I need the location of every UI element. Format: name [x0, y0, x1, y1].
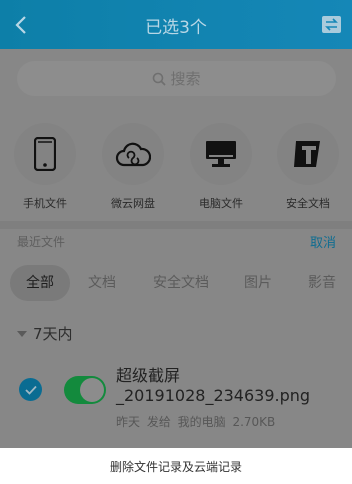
tab-images[interactable]: 图片: [236, 265, 280, 301]
checkmark-icon: [24, 385, 37, 395]
selected-checkbox[interactable]: [19, 378, 42, 401]
file-meta: 昨天 发给 我的电脑 2.70KB: [116, 415, 276, 429]
file-thumbnail: [64, 376, 106, 404]
tab-documents[interactable]: 文档: [80, 265, 124, 301]
tab-media[interactable]: 影音: [298, 265, 346, 301]
delete-records-button[interactable]: 删除文件记录及云端记录: [0, 448, 352, 484]
collapse-triangle-icon: [17, 330, 27, 337]
group-header[interactable]: 7天内: [17, 323, 73, 344]
category-phone-files[interactable]: 手机文件: [5, 123, 85, 211]
filter-tabs: 全部 文档 安全文档 图片 影音: [0, 265, 352, 303]
top-bar: 已选3个: [0, 0, 352, 49]
tab-secure-documents[interactable]: 安全文档: [140, 265, 222, 301]
page-title: 已选3个: [145, 18, 207, 38]
phone-icon: [34, 137, 56, 171]
tab-all[interactable]: 全部: [10, 265, 70, 301]
file-row[interactable]: 超级截屏_20191028_234639.png 昨天 发给 我的电脑 2.70…: [0, 360, 352, 440]
category-circle: [277, 123, 339, 185]
category-row: 手机文件 微云网盘 电脑文件 安全文档: [0, 123, 352, 213]
cancel-button[interactable]: 取消: [310, 232, 336, 251]
file-name: 超级截屏_20191028_234639.png: [116, 366, 311, 405]
category-label: 安全文档: [286, 197, 330, 210]
search-bar[interactable]: 搜索: [17, 61, 336, 96]
thumbnail-knob: [80, 378, 104, 402]
cloud-icon: [115, 142, 151, 167]
category-circle: [14, 123, 76, 185]
category-weiyun[interactable]: 微云网盘: [93, 123, 173, 211]
category-pc-files[interactable]: 电脑文件: [181, 123, 261, 211]
search-placeholder: 搜索: [170, 70, 201, 88]
category-label: 电脑文件: [199, 197, 243, 210]
recent-files-label: 最近文件: [17, 235, 66, 249]
category-label: 微云网盘: [111, 197, 155, 210]
search-icon: [153, 72, 167, 86]
category-circle: [102, 123, 164, 185]
section-divider: [0, 221, 352, 229]
switch-icon[interactable]: [322, 16, 341, 33]
category-label: 手机文件: [23, 197, 67, 210]
secure-doc-icon: [294, 141, 320, 167]
category-secure-docs[interactable]: 安全文档: [268, 123, 348, 211]
group-label: 7天内: [33, 325, 73, 343]
monitor-icon: [206, 141, 236, 167]
category-circle: [190, 123, 252, 185]
